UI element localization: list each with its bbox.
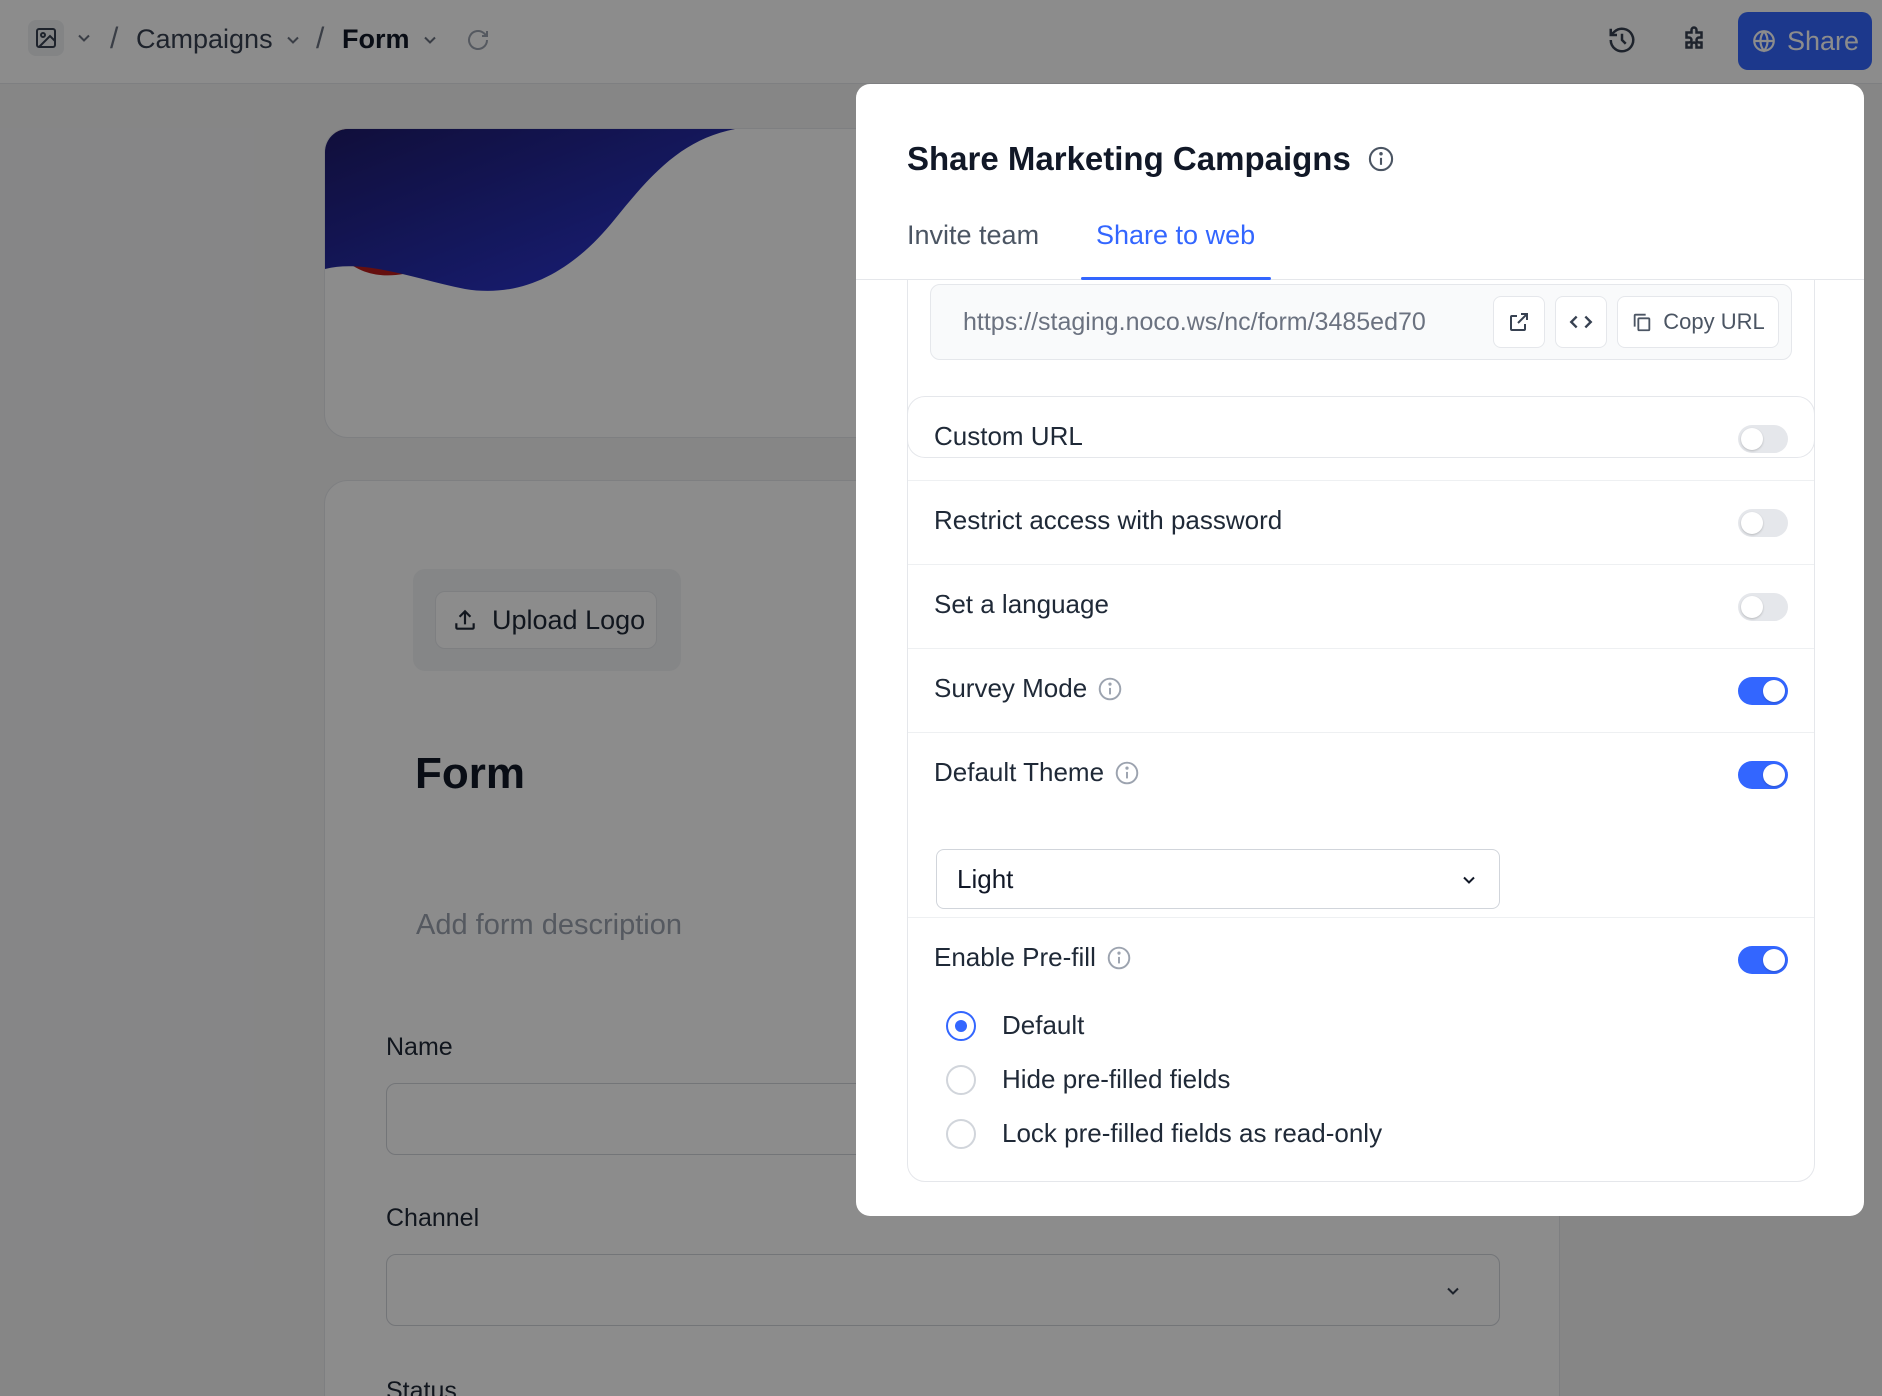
embed-code-button[interactable] — [1555, 296, 1607, 348]
tab-invite-team[interactable]: Invite team — [907, 220, 1039, 251]
prefill-option-default[interactable]: Default — [946, 1010, 1084, 1041]
external-link-icon — [1510, 313, 1528, 331]
radio-button[interactable] — [946, 1064, 976, 1095]
setting-label: Custom URL — [934, 421, 1083, 451]
prefill-option-lock[interactable]: Lock pre-filled fields as read-only — [946, 1118, 1382, 1149]
radio-label: Hide pre-filled fields — [1002, 1064, 1231, 1094]
share-settings-panel: Custom URL Restrict access with password… — [907, 396, 1815, 1182]
setting-label-wrap: Enable Pre-fill — [934, 942, 1132, 973]
setting-label: Default Theme — [934, 757, 1105, 787]
info-icon[interactable] — [1114, 760, 1140, 786]
prefill-toggle[interactable] — [1738, 946, 1788, 974]
share-url-text[interactable]: https://staging.noco.ws/nc/form/3485ed70 — [963, 308, 1483, 337]
setting-label: Set a language — [934, 589, 1109, 619]
setting-label-wrap: Default Theme — [934, 757, 1140, 788]
setting-row-default-theme: Default Theme Light — [908, 733, 1814, 918]
chevron-down-icon — [1463, 876, 1475, 884]
setting-row-language: Set a language — [908, 565, 1814, 649]
modal-title: Share Marketing Campaigns — [907, 140, 1395, 178]
theme-select-value: Light — [957, 863, 1014, 894]
prefill-option-hide[interactable]: Hide pre-filled fields — [946, 1064, 1230, 1095]
copy-icon — [1634, 313, 1651, 332]
open-link-button[interactable] — [1493, 296, 1545, 348]
theme-select[interactable]: Light — [936, 849, 1500, 909]
survey-mode-toggle[interactable] — [1738, 677, 1788, 705]
code-icon — [1569, 315, 1593, 329]
radio-label: Lock pre-filled fields as read-only — [1002, 1118, 1383, 1148]
radio-button[interactable] — [946, 1118, 976, 1149]
custom-url-toggle[interactable] — [1738, 425, 1788, 453]
setting-label: Restrict access with password — [934, 505, 1283, 535]
info-icon[interactable] — [1367, 145, 1395, 173]
setting-label: Enable Pre-fill — [934, 942, 1096, 972]
radio-button[interactable] — [946, 1010, 976, 1041]
copy-url-label: Copy URL — [1663, 309, 1765, 334]
setting-label-wrap: Survey Mode — [934, 673, 1123, 704]
setting-row-password: Restrict access with password — [908, 481, 1814, 565]
radio-label: Default — [1002, 1010, 1085, 1040]
modal-title-text: Share Marketing Campaigns — [907, 140, 1351, 177]
info-icon[interactable] — [1097, 676, 1123, 702]
setting-label: Survey Mode — [934, 673, 1088, 703]
share-url-box: https://staging.noco.ws/nc/form/3485ed70… — [930, 284, 1792, 360]
password-toggle[interactable] — [1738, 509, 1788, 537]
default-theme-toggle[interactable] — [1738, 761, 1788, 789]
tab-share-to-web[interactable]: Share to web — [1096, 220, 1255, 251]
setting-row-custom-url: Custom URL — [908, 397, 1814, 481]
share-tabs: Invite team Share to web — [856, 210, 1864, 280]
setting-row-prefill: Enable Pre-fill Default Hide pre-filled … — [908, 918, 1814, 1181]
info-icon[interactable] — [1106, 945, 1132, 971]
copy-url-button[interactable]: Copy URL — [1617, 296, 1779, 348]
setting-row-survey-mode: Survey Mode — [908, 649, 1814, 733]
language-toggle[interactable] — [1738, 593, 1788, 621]
share-modal: Share Marketing Campaigns Invite team Sh… — [856, 84, 1864, 1216]
